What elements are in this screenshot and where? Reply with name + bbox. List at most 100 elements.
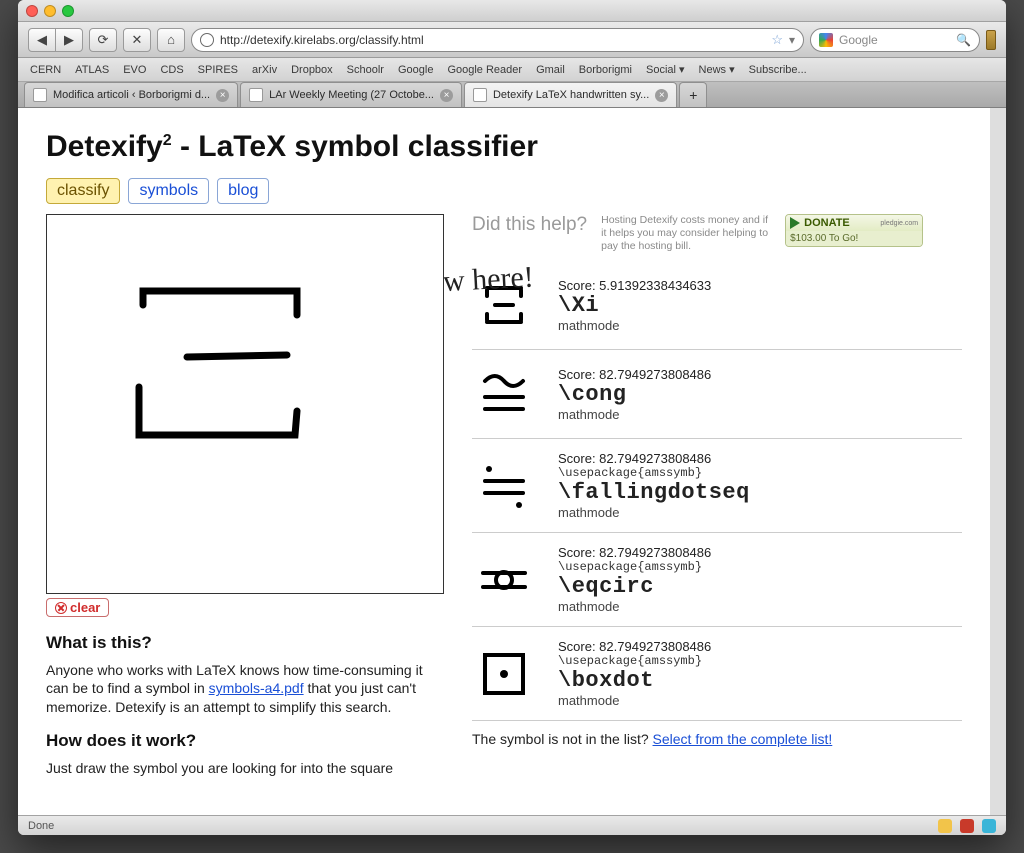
donate-label: DONATE [804, 217, 850, 229]
window-titlebar [18, 0, 1006, 22]
bookmark-item[interactable]: arXiv [252, 64, 277, 76]
browser-window: ◀ ▶ ⟳ ✕ ⌂ http://detexify.kirelabs.org/c… [18, 0, 1006, 835]
search-placeholder: Google [839, 33, 878, 47]
result-command: \cong [558, 382, 711, 407]
result-command: \eqcirc [558, 574, 711, 599]
minimize-window-icon[interactable] [44, 5, 56, 17]
page-nav: classify symbols blog [46, 178, 962, 204]
result-symbol-icon [472, 548, 536, 612]
whatis-heading: What is this? [46, 633, 446, 653]
search-input[interactable]: Google 🔍 [810, 28, 980, 52]
page-viewport: Detexify2 - LaTeX symbol classifier clas… [18, 108, 1006, 815]
play-icon [790, 217, 800, 229]
whatis-text: Anyone who works with LaTeX knows how ti… [46, 661, 446, 718]
new-tab-button[interactable]: + [679, 82, 707, 107]
tab-close-icon[interactable]: × [655, 89, 668, 102]
library-icon[interactable] [986, 30, 996, 50]
bookmark-item[interactable]: Dropbox [291, 64, 333, 76]
tab-label: LAr Weekly Meeting (27 Octobe... [269, 89, 434, 101]
url-text: http://detexify.kirelabs.org/classify.ht… [220, 33, 424, 47]
forward-button[interactable]: ▶ [55, 28, 83, 52]
drawing-canvas[interactable] [46, 214, 444, 594]
status-icon-1[interactable] [938, 819, 952, 833]
bookmark-item[interactable]: Borborigmi [579, 64, 632, 76]
tab-favicon-icon [33, 88, 47, 102]
nav-symbols[interactable]: symbols [128, 178, 209, 204]
howworks-text: Just draw the symbol you are looking for… [46, 759, 446, 778]
tab-strip: Modifica articoli ‹ Borborigmi d...×LAr … [18, 82, 1006, 108]
zoom-window-icon[interactable] [62, 5, 74, 17]
browser-toolbar: ◀ ▶ ⟳ ✕ ⌂ http://detexify.kirelabs.org/c… [18, 22, 1006, 58]
bookmark-item[interactable]: Gmail [536, 64, 565, 76]
nav-classify[interactable]: classify [46, 178, 120, 204]
result-row[interactable]: Score: 82.7949273808486\congmathmode [472, 350, 962, 439]
nav-blog[interactable]: blog [217, 178, 269, 204]
url-input[interactable]: http://detexify.kirelabs.org/classify.ht… [191, 28, 804, 52]
complete-list-link[interactable]: Select from the complete list! [653, 731, 833, 747]
result-symbol-icon [472, 642, 536, 706]
result-row[interactable]: Score: 82.7949273808486\usepackage{amssy… [472, 439, 962, 533]
bookmark-item[interactable]: Google Reader [447, 64, 522, 76]
reload-button[interactable]: ⟳ [89, 28, 117, 52]
donate-site: pledgie.com [880, 220, 918, 227]
tab-close-icon[interactable]: × [440, 89, 453, 102]
tab-label: Detexify LaTeX handwritten sy... [493, 89, 649, 101]
status-icon-3[interactable] [982, 819, 996, 833]
status-icon-2[interactable] [960, 819, 974, 833]
result-score: Score: 82.7949273808486 [558, 639, 711, 654]
back-button[interactable]: ◀ [28, 28, 56, 52]
page-title: Detexify2 - LaTeX symbol classifier [46, 130, 962, 164]
bookmark-item[interactable]: News ▾ [699, 63, 735, 76]
result-mode: mathmode [558, 505, 750, 520]
donate-amount: $103.00 To Go! [786, 231, 922, 246]
close-window-icon[interactable] [26, 5, 38, 17]
bookmark-item[interactable]: EVO [123, 64, 146, 76]
user-drawing-icon [47, 215, 445, 595]
bookmark-item[interactable]: Social ▾ [646, 63, 685, 76]
clear-button[interactable]: clear [46, 598, 109, 617]
donate-widget[interactable]: DONATE pledgie.com $103.00 To Go! [785, 214, 923, 247]
search-icon[interactable]: 🔍 [956, 33, 971, 47]
result-mode: mathmode [558, 693, 711, 708]
browser-tab[interactable]: LAr Weekly Meeting (27 Octobe... × [240, 82, 462, 107]
bookmark-item[interactable]: CERN [30, 64, 61, 76]
google-logo-icon [819, 33, 833, 47]
bookmark-star-icon[interactable]: ☆ [771, 32, 783, 48]
help-question: Did this help? [472, 214, 587, 236]
result-mode: mathmode [558, 599, 711, 614]
status-text: Done [28, 820, 54, 832]
status-bar: Done [18, 815, 1006, 835]
home-button[interactable]: ⌂ [157, 28, 185, 52]
tab-favicon-icon [473, 88, 487, 102]
bookmark-item[interactable]: Schoolr [347, 64, 384, 76]
bookmark-item[interactable]: SPIRES [198, 64, 238, 76]
bookmark-item[interactable]: CDS [160, 64, 183, 76]
result-package: \usepackage{amssymb} [558, 654, 711, 668]
help-note: Hosting Detexify costs money and if it h… [601, 214, 771, 253]
stop-button[interactable]: ✕ [123, 28, 151, 52]
result-score: Score: 82.7949273808486 [558, 545, 711, 560]
tab-label: Modifica articoli ‹ Borborigmi d... [53, 89, 210, 101]
result-package: \usepackage{amssymb} [558, 466, 750, 480]
bookmark-item[interactable]: Subscribe... [749, 64, 807, 76]
scrollbar-thumb[interactable] [992, 112, 1004, 232]
site-favicon-icon [200, 33, 214, 47]
howworks-heading: How does it work? [46, 731, 446, 751]
bookmark-item[interactable]: ATLAS [75, 64, 109, 76]
result-command: \fallingdotseq [558, 480, 750, 505]
result-symbol-icon [472, 362, 536, 426]
dropdown-icon[interactable]: ▾ [789, 33, 795, 47]
result-row[interactable]: Score: 82.7949273808486\usepackage{amssy… [472, 627, 962, 721]
result-command: \boxdot [558, 668, 711, 693]
result-symbol-icon [472, 454, 536, 518]
result-package: \usepackage{amssymb} [558, 560, 711, 574]
symbols-pdf-link[interactable]: symbols-a4.pdf [209, 680, 304, 696]
tab-favicon-icon [249, 88, 263, 102]
result-score: Score: 82.7949273808486 [558, 451, 750, 466]
result-row[interactable]: Score: 82.7949273808486\usepackage{amssy… [472, 533, 962, 627]
browser-tab[interactable]: Modifica articoli ‹ Borborigmi d... × [24, 82, 238, 107]
bookmark-item[interactable]: Google [398, 64, 433, 76]
browser-tab[interactable]: Detexify LaTeX handwritten sy... × [464, 82, 677, 107]
tab-close-icon[interactable]: × [216, 89, 229, 102]
not-in-list-text: The symbol is not in the list? Select fr… [472, 731, 962, 747]
